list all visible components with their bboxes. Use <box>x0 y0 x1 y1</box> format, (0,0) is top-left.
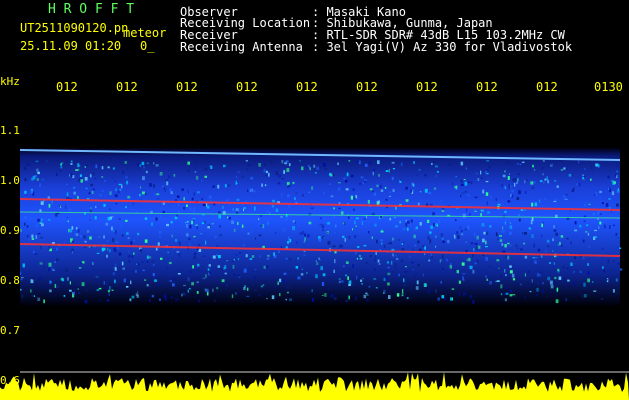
x-tick: 012 <box>296 80 318 94</box>
noise-band <box>20 148 620 306</box>
x-tick: 012 <box>476 80 498 94</box>
timestamp: 25.11.09 01:20 <box>20 39 122 53</box>
y-unit-label: kHz <box>0 75 20 88</box>
noise-floor <box>0 372 629 400</box>
x-tick: 012 <box>416 80 438 94</box>
x-tick: 012 <box>56 80 78 94</box>
y-tick: 1.0 <box>0 174 20 187</box>
y-tick: 1.1 <box>0 124 20 137</box>
y-tick: 0.6 <box>0 374 20 387</box>
antenna-label: Receiving Antenna <box>180 40 303 54</box>
app-title: H R O F F T <box>48 2 135 17</box>
y-tick: 0.8 <box>0 274 20 287</box>
x-tick: 012 <box>116 80 138 94</box>
x-tick: 012 <box>536 80 558 94</box>
x-tick: 012 <box>356 80 378 94</box>
antenna-value: : 3el Yagi(V) Az 330 for Vladivostok <box>312 40 573 54</box>
mode-suffix: meteor <box>123 26 167 40</box>
file-name: UT2511090120.pn <box>20 21 129 35</box>
y-tick: 0.7 <box>0 324 20 337</box>
spectrogram-display <box>0 148 629 400</box>
x-tick: 012 <box>236 80 258 94</box>
y-tick: 0.9 <box>0 224 20 237</box>
x-tick: 0130 <box>594 80 623 94</box>
counter: 0_ <box>140 39 155 53</box>
x-tick: 012 <box>176 80 198 94</box>
